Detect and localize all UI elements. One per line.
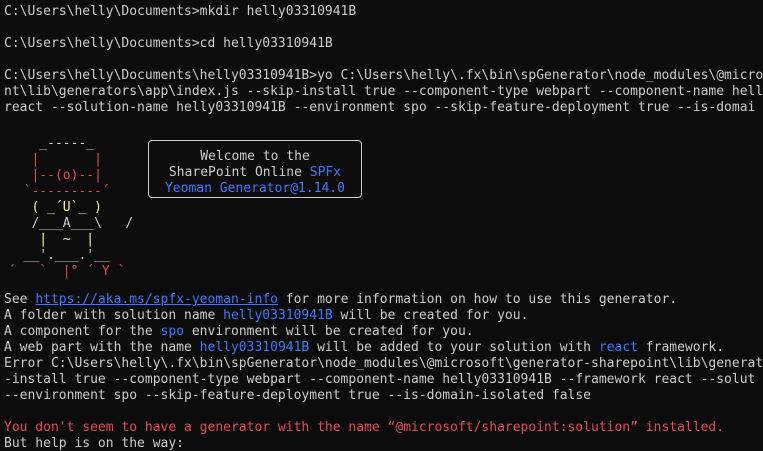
welcome-box: Welcome to the SharePoint Online SPFx Ye… — [148, 140, 362, 198]
ascii-row: __'.___.'__ — [8, 248, 110, 263]
ascii-row: ( _´U`_ ) — [8, 200, 102, 215]
no-generator-message: You don't seem to have a generator with … — [4, 420, 725, 435]
info-folder-prefix: A folder with solution name — [4, 308, 224, 323]
info-see-line: See https://aka.ms/spfx-yeoman-info for … — [4, 292, 677, 308]
welcome-line-3: Yeoman Generator@1.14.0 — [164, 181, 345, 196]
info-folder-line: A folder with solution name helly0331094… — [4, 308, 528, 324]
info-webpart-framework: react — [598, 340, 638, 355]
command-mkdir: C:\Users\helly\Documents>mkdir helly0331… — [4, 4, 357, 19]
ascii-row: `---------´ — [8, 184, 110, 199]
info-component-line: A component for the spo environment will… — [4, 324, 474, 340]
info-webpart-line: A web part with the name helly03310941B … — [4, 340, 724, 356]
info-component-suffix: environment will be created for you. — [184, 324, 474, 339]
ascii-row: ´ ` |° ´ Y ` — [8, 264, 126, 279]
info-see-suffix: for more information on how to use this … — [277, 292, 678, 307]
error-line-2: -install true --component-type webpart -… — [4, 372, 756, 387]
command-yo-line1: C:\Users\helly\Documents\helly03310941B>… — [4, 68, 763, 83]
info-folder-name: helly03310941B — [223, 308, 333, 323]
ascii-row: | ~ | — [8, 232, 95, 247]
ascii-row: |--(o)--| — [8, 168, 102, 183]
welcome-line-2: SharePoint Online SPFx — [149, 165, 361, 181]
welcome-sharepoint-label: SharePoint Online — [168, 165, 310, 180]
info-component-prefix: A component for the — [4, 324, 161, 339]
terminal-window[interactable]: C:\Users\helly\Documents>mkdir helly0331… — [4, 0, 763, 451]
error-line-3: --environment spo --skip-feature-deploym… — [4, 388, 591, 403]
ascii-row: | | — [8, 152, 102, 167]
command-yo-line2: nt\lib\generators\app\index.js --skip-in… — [4, 84, 763, 99]
welcome-line-1: Welcome to the — [200, 149, 310, 164]
info-folder-suffix: will be created for you. — [332, 308, 529, 323]
ascii-row: /___A___\ / — [8, 216, 134, 231]
info-see-prefix: See — [4, 292, 36, 307]
ascii-row: _-----_ — [8, 136, 95, 151]
info-webpart-suffix: framework. — [637, 340, 725, 355]
command-yo-line3: react --solution-name helly03310941B --e… — [4, 100, 756, 115]
info-component-env: spo — [160, 324, 185, 339]
error-line-1: Error C:\Users\helly\.fx\bin\spGenerator… — [4, 356, 763, 371]
help-message: But help is on the way: — [4, 436, 185, 451]
yeoman-ascii-art: _-----_ | | |--(o)--| `---------´ ( _´U`… — [8, 136, 148, 279]
command-cd: C:\Users\helly\Documents>cd helly0331094… — [4, 36, 333, 51]
spfx-yeoman-info-link[interactable]: https://aka.ms/spfx-yeoman-info — [35, 292, 278, 307]
info-webpart-mid: will be added to your solution with — [309, 340, 599, 355]
info-webpart-name: helly03310941B — [199, 340, 310, 355]
info-webpart-prefix: A web part with the name — [4, 340, 200, 355]
welcome-spfx-label: SPFx — [309, 165, 342, 180]
